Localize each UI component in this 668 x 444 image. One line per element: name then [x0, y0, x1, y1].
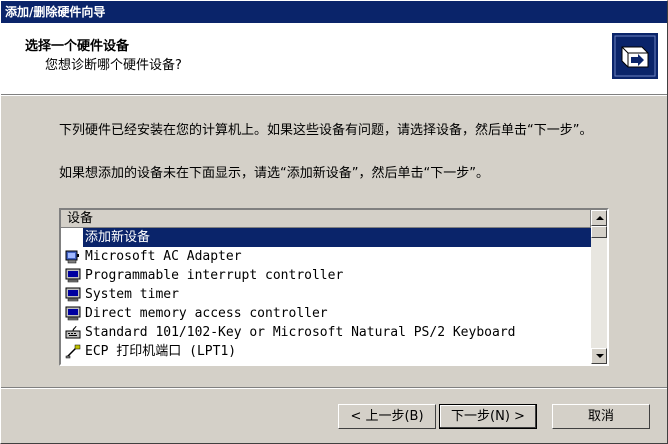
cancel-button[interactable]: 取消	[552, 404, 650, 429]
instruction-text-1: 下列硬件已经安装在您的计算机上。如果这些设备有问题，请选择设备，然后单击“下一步…	[59, 123, 593, 138]
page-subtitle: 您想诊断哪个硬件设备?	[45, 58, 182, 73]
scroll-thumb[interactable]	[591, 226, 607, 238]
list-item[interactable]: Microsoft AC Adapter	[61, 247, 591, 266]
keyboard-icon	[65, 325, 81, 339]
list-item-label: Programmable interrupt controller	[85, 268, 344, 283]
scroll-up-button[interactable]	[591, 210, 607, 226]
page-title: 选择一个硬件设备	[25, 39, 130, 54]
vertical-scrollbar[interactable]	[591, 210, 607, 364]
list-item-label: Direct memory access controller	[85, 306, 328, 321]
hardware-wizard-icon	[612, 33, 658, 79]
list-item-label: Microsoft AC Adapter	[85, 249, 242, 264]
footer-separator	[1, 387, 667, 389]
list-item-label: Standard 101/102-Key or Microsoft Natura…	[85, 325, 516, 340]
list-item[interactable]: System timer	[61, 285, 591, 304]
list-item[interactable]: Direct memory access controller	[61, 304, 591, 323]
printer-port-icon	[65, 344, 81, 359]
computer-icon	[65, 268, 81, 283]
wizard-window: 添加/删除硬件向导 选择一个硬件设备 您想诊断哪个硬件设备? 下列硬件已经安装在…	[0, 0, 668, 444]
computer-icon	[65, 287, 81, 302]
list-item[interactable]: ECP 打印机端口 (LPT1)	[61, 342, 591, 361]
list-item-label: ECP 打印机端口 (LPT1)	[85, 344, 237, 359]
wizard-header: 选择一个硬件设备 您想诊断哪个硬件设备?	[1, 23, 667, 94]
column-header-device[interactable]: 设备	[61, 210, 591, 228]
computer-icon	[65, 306, 81, 321]
next-button[interactable]: 下一步(N) >	[439, 404, 537, 429]
arrow-up-icon	[596, 216, 604, 220]
list-item-add-new-device[interactable]: 添加新设备	[61, 228, 591, 247]
arrow-down-icon	[596, 354, 604, 358]
list-item-label: System timer	[85, 287, 179, 302]
list-item-label: 添加新设备	[83, 228, 591, 247]
device-list[interactable]: 设备 添加新设备 Microsoft AC Adapter Programmab…	[59, 208, 609, 366]
header-separator	[1, 94, 667, 96]
back-button[interactable]: < 上一步(B)	[338, 404, 436, 429]
battery-icon	[65, 250, 79, 264]
list-item[interactable]: Programmable interrupt controller	[61, 266, 591, 285]
instruction-text-2: 如果想添加的设备未在下面显示，请选“添加新设备”，然后单击“下一步”。	[59, 166, 489, 181]
scroll-down-button[interactable]	[591, 348, 607, 364]
list-item[interactable]: Standard 101/102-Key or Microsoft Natura…	[61, 323, 591, 342]
title-bar: 添加/删除硬件向导	[1, 1, 667, 23]
